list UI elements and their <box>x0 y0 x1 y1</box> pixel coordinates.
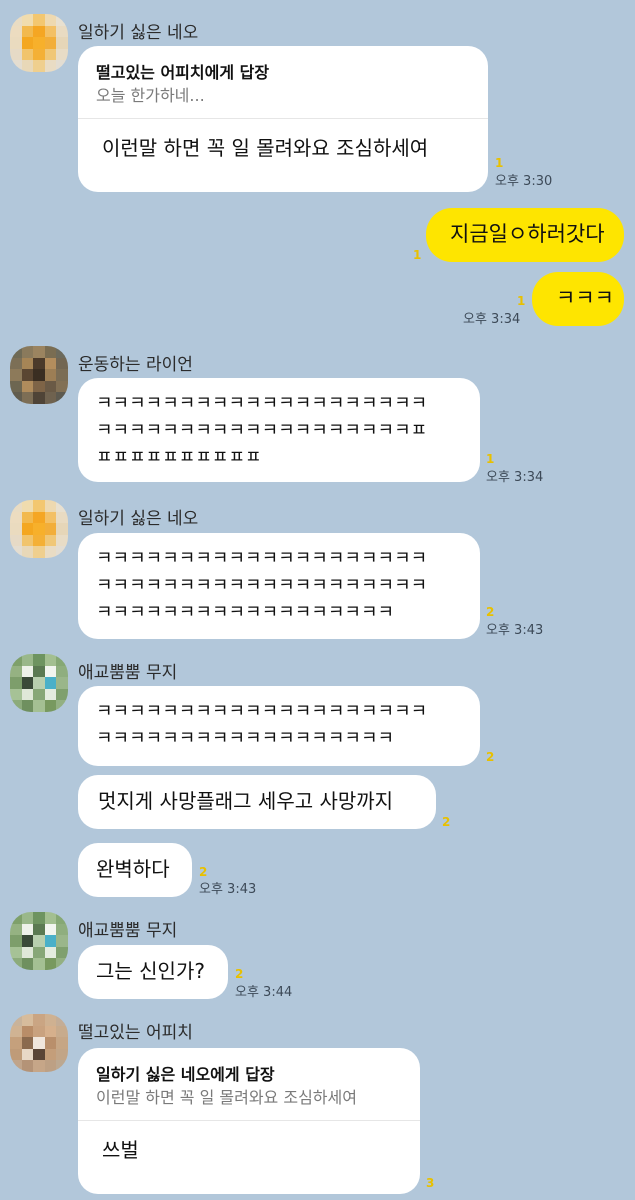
reply-header[interactable]: 떨고있는 어피치에게 답장 오늘 한가하네... <box>78 46 488 119</box>
message-text: 쓰벌 <box>102 1138 139 1162</box>
unread-count: 2 <box>442 815 451 829</box>
reply-message-bubble[interactable]: 일하기 싫은 네오에게 답장 이런말 하면 꼭 일 몰려와요 조심하세여 쓰벌 <box>78 1048 420 1194</box>
message-bubble[interactable]: 완벽하다 <box>78 843 192 897</box>
avatar-neo[interactable] <box>10 14 68 72</box>
message-text: ㅋㅋㅋㅋㅋㅋㅋㅋㅋㅋㅋㅋㅋㅋㅋㅋㅋㅋㅋㅋ ㅋㅋㅋㅋㅋㅋㅋㅋㅋㅋㅋㅋㅋㅋㅋㅋㅋㅋㅋ… <box>78 378 480 481</box>
message-text: ㅋㅋㅋ <box>556 286 614 310</box>
reply-title: 일하기 싫은 네오에게 답장 <box>96 1065 275 1084</box>
message-bubble[interactable]: 멋지게 사망플래그 세우고 사망까지 <box>78 775 436 829</box>
message-text: 그는 신인가? <box>96 959 205 983</box>
unread-count: 1 <box>495 156 504 170</box>
avatar-ryan[interactable] <box>10 346 68 404</box>
reply-quote: 오늘 한가하네... <box>96 86 205 105</box>
unread-count: 1 <box>413 248 422 262</box>
message-time: 오후 3:43 <box>199 882 257 897</box>
unread-count: 1 <box>517 294 526 308</box>
message-bubble[interactable]: 그는 신인가? <box>78 945 228 999</box>
unread-count: 2 <box>486 605 495 619</box>
message-line: ㅋㅋㅋㅋㅋㅋㅋㅋㅋㅋㅋㅋㅋㅋㅋㅋㅋㅋㅋㅋ <box>96 393 428 414</box>
message-text: ㅋㅋㅋㅋㅋㅋㅋㅋㅋㅋㅋㅋㅋㅋㅋㅋㅋㅋㅋㅋ ㅋㅋㅋㅋㅋㅋㅋㅋㅋㅋㅋㅋㅋㅋㅋㅋㅋㅋ <box>78 686 480 762</box>
unread-count: 2 <box>235 967 244 981</box>
unread-count: 1 <box>486 452 495 466</box>
my-message-bubble[interactable]: ㅋㅋㅋ <box>532 272 624 326</box>
message-line: ㅋㅋㅋㅋㅋㅋㅋㅋㅋㅋㅋㅋㅋㅋㅋㅋㅋㅋㅋㅋ <box>96 701 428 722</box>
message-bubble[interactable]: ㅋㅋㅋㅋㅋㅋㅋㅋㅋㅋㅋㅋㅋㅋㅋㅋㅋㅋㅋㅋ ㅋㅋㅋㅋㅋㅋㅋㅋㅋㅋㅋㅋㅋㅋㅋㅋㅋㅋ <box>78 686 480 766</box>
message-text: 지금일ㅇ하러갓다 <box>450 222 605 246</box>
unread-count: 3 <box>426 1176 435 1190</box>
message-line: ㅋㅋㅋㅋㅋㅋㅋㅋㅋㅋㅋㅋㅋㅋㅋㅋㅋㅋㅋㅋ <box>96 548 428 569</box>
unread-count: 2 <box>486 750 495 764</box>
sender-name: 떨고있는 어피치 <box>78 1023 193 1043</box>
message-text: ㅋㅋㅋㅋㅋㅋㅋㅋㅋㅋㅋㅋㅋㅋㅋㅋㅋㅋㅋㅋ ㅋㅋㅋㅋㅋㅋㅋㅋㅋㅋㅋㅋㅋㅋㅋㅋㅋㅋㅋ… <box>78 533 480 636</box>
message-line: ㅋㅋㅋㅋㅋㅋㅋㅋㅋㅋㅋㅋㅋㅋㅋㅋㅋㅋ <box>96 602 395 623</box>
sender-name: 일하기 싫은 네오 <box>78 509 199 529</box>
reply-quote: 이런말 하면 꼭 일 몰려와요 조심하세여 <box>96 1088 357 1107</box>
sender-name: 일하기 싫은 네오 <box>78 23 199 43</box>
sender-name: 애교뿜뿜 무지 <box>78 921 178 941</box>
message-bubble[interactable]: ㅋㅋㅋㅋㅋㅋㅋㅋㅋㅋㅋㅋㅋㅋㅋㅋㅋㅋㅋㅋ ㅋㅋㅋㅋㅋㅋㅋㅋㅋㅋㅋㅋㅋㅋㅋㅋㅋㅋㅋ… <box>78 533 480 639</box>
sender-name: 애교뿜뿜 무지 <box>78 663 178 683</box>
message-time: 오후 3:34 <box>463 312 521 327</box>
message-line: ㅋㅋㅋㅋㅋㅋㅋㅋㅋㅋㅋㅋㅋㅋㅋㅋㅋㅋㅋㅍ <box>96 420 428 441</box>
message-line: ㅋㅋㅋㅋㅋㅋㅋㅋㅋㅋㅋㅋㅋㅋㅋㅋㅋㅋㅋㅋ <box>96 575 428 596</box>
message-text: 완벽하다 <box>96 857 170 881</box>
reply-title: 떨고있는 어피치에게 답장 <box>96 63 270 82</box>
message-line: ㅍㅍㅍㅍㅍㅍㅍㅍㅍㅍ <box>96 447 262 468</box>
reply-header[interactable]: 일하기 싫은 네오에게 답장 이런말 하면 꼭 일 몰려와요 조심하세여 <box>78 1048 420 1121</box>
message-line: ㅋㅋㅋㅋㅋㅋㅋㅋㅋㅋㅋㅋㅋㅋㅋㅋㅋㅋ <box>96 728 395 749</box>
message-time: 오후 3:34 <box>486 470 544 485</box>
message-time: 오후 3:44 <box>235 985 293 1000</box>
message-time: 오후 3:43 <box>486 623 544 638</box>
message-bubble[interactable]: ㅋㅋㅋㅋㅋㅋㅋㅋㅋㅋㅋㅋㅋㅋㅋㅋㅋㅋㅋㅋ ㅋㅋㅋㅋㅋㅋㅋㅋㅋㅋㅋㅋㅋㅋㅋㅋㅋㅋㅋ… <box>78 378 480 482</box>
unread-count: 2 <box>199 865 208 879</box>
avatar-apeach[interactable] <box>10 1014 68 1072</box>
avatar-muzi[interactable] <box>10 912 68 970</box>
message-time: 오후 3:30 <box>495 174 553 189</box>
sender-name: 운동하는 라이언 <box>78 355 193 375</box>
avatar-muzi[interactable] <box>10 654 68 712</box>
message-text: 이런말 하면 꼭 일 몰려와요 조심하세여 <box>102 136 429 160</box>
avatar-neo[interactable] <box>10 500 68 558</box>
my-message-bubble[interactable]: 지금일ㅇ하러갓다 <box>426 208 624 262</box>
reply-message-bubble[interactable]: 떨고있는 어피치에게 답장 오늘 한가하네... 이런말 하면 꼭 일 몰려와요… <box>78 46 488 192</box>
message-text: 멋지게 사망플래그 세우고 사망까지 <box>98 789 394 813</box>
